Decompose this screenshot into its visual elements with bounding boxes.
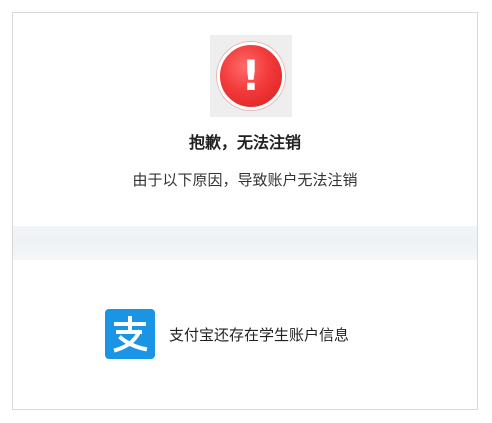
exclamation-glyph: ! (241, 51, 261, 100)
page-title: 抱歉，无法注销 (188, 133, 301, 152)
reason-item: 支付宝还存在学生账户信息 (105, 309, 349, 359)
reason-text: 支付宝还存在学生账户信息 (169, 325, 350, 344)
alert-icon-tile: ! (210, 35, 292, 117)
alipay-glyph-icon (113, 316, 148, 353)
page-subtitle: 由于以下原因，导致账户无法注销 (132, 171, 358, 189)
alipay-logo-icon (105, 309, 155, 359)
section-divider (13, 226, 477, 260)
alert-icon: ! (217, 42, 285, 110)
cancel-account-result-panel: ! 抱歉，无法注销 由于以下原因，导致账户无法注销 支付宝还存在学生账户信息 (12, 12, 478, 410)
